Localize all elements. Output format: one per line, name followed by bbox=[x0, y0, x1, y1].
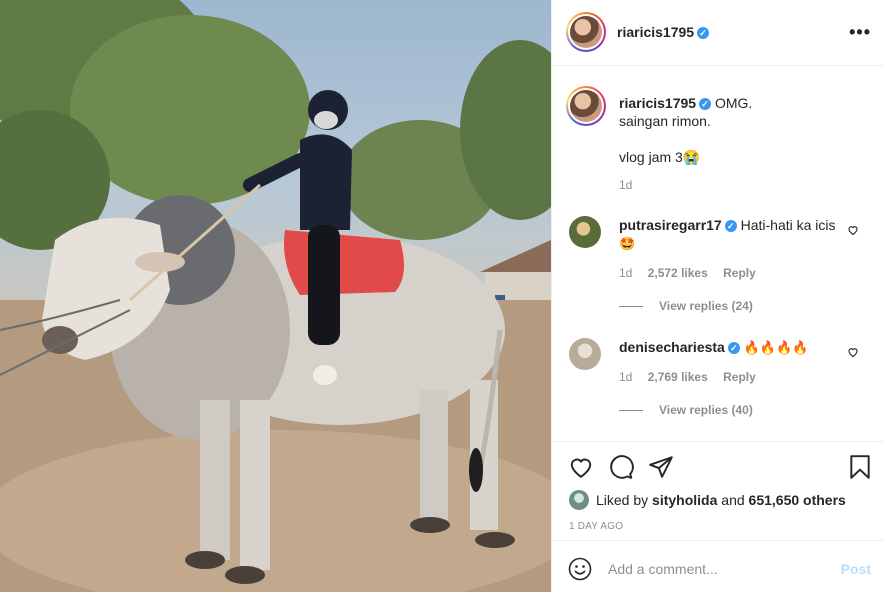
author-avatar[interactable] bbox=[566, 12, 606, 52]
commenter-username[interactable]: denisechariesta bbox=[619, 339, 725, 355]
view-replies-label: View replies (40) bbox=[659, 403, 753, 417]
comment-time[interactable]: 1d bbox=[619, 370, 632, 384]
caption-line-3: vlog jam 3😭 bbox=[619, 149, 701, 165]
like-comment-heart-icon[interactable] bbox=[847, 346, 859, 358]
comment-emoji: 🤩 bbox=[619, 237, 636, 252]
caption-line-1: OMG. bbox=[714, 95, 753, 111]
commenter-avatar[interactable] bbox=[569, 216, 601, 248]
emoji-smile-icon[interactable] bbox=[568, 557, 592, 581]
view-replies-label: View replies (24) bbox=[659, 299, 753, 313]
caption-timestamp[interactable]: 1d bbox=[619, 178, 632, 192]
comment-meta: 1d 2,769 likes Reply bbox=[619, 370, 768, 384]
verified-badge-icon: ✓ bbox=[697, 27, 710, 40]
share-send-icon[interactable] bbox=[648, 454, 674, 480]
post-side-panel: riaricis1795 ✓ ••• riaricis1795 ✓ OMG. sai… bbox=[551, 0, 884, 592]
comment-likes[interactable]: 2,769 likes bbox=[648, 370, 708, 384]
commenter-avatar[interactable] bbox=[569, 338, 601, 370]
verified-badge-icon: ✓ bbox=[699, 98, 712, 111]
comment-body: putrasiregarr17 ✓ Hati-hati ka icis 🤩 bbox=[619, 216, 844, 254]
view-replies-button[interactable]: View replies (24) bbox=[619, 299, 753, 313]
caption-username[interactable]: riaricis1795 bbox=[619, 95, 696, 111]
comment-bubble-icon[interactable] bbox=[608, 454, 634, 480]
author-name-row: riaricis1795 ✓ bbox=[617, 24, 710, 40]
like-heart-icon[interactable] bbox=[568, 454, 594, 480]
comment-meta: 1d 2,572 likes Reply bbox=[619, 266, 768, 280]
liked-by-summary: Liked by sityholida and 651,650 others bbox=[569, 490, 846, 510]
more-options-icon[interactable]: ••• bbox=[849, 22, 871, 43]
post-comment-button[interactable]: Post bbox=[841, 561, 871, 577]
like-comment-heart-icon[interactable] bbox=[847, 224, 859, 236]
replies-divider bbox=[619, 410, 643, 412]
caption-text: riaricis1795 ✓ OMG. saingan rimon. vlog j… bbox=[619, 94, 859, 166]
comment-reply-button[interactable]: Reply bbox=[723, 370, 756, 384]
comment-text: Hati-hati ka icis bbox=[740, 217, 836, 233]
caption-line-2: saingan rimon. bbox=[619, 113, 711, 129]
comment-body: denisechariesta ✓ 🔥🔥🔥🔥 bbox=[619, 338, 844, 358]
verified-badge-icon: ✓ bbox=[724, 220, 737, 233]
verified-badge-icon: ✓ bbox=[727, 342, 740, 355]
liker-avatar[interactable] bbox=[569, 490, 589, 510]
add-comment-bar: Post bbox=[552, 540, 884, 592]
post-age[interactable]: 1 DAY AGO bbox=[569, 521, 623, 532]
save-bookmark-icon[interactable] bbox=[847, 454, 873, 480]
view-replies-button[interactable]: View replies (40) bbox=[619, 403, 753, 417]
post-header: riaricis1795 ✓ ••• bbox=[552, 0, 884, 66]
comment-time[interactable]: 1d bbox=[619, 266, 632, 280]
comment-likes[interactable]: 2,572 likes bbox=[648, 266, 708, 280]
comment-emoji: 🔥🔥🔥🔥 bbox=[743, 341, 809, 356]
liked-by-and: and bbox=[721, 492, 745, 508]
add-comment-input[interactable] bbox=[608, 555, 828, 583]
comment-reply-button[interactable]: Reply bbox=[723, 266, 756, 280]
post-photo[interactable] bbox=[0, 0, 551, 592]
cow-photo-illustration bbox=[0, 0, 551, 592]
caption-avatar-image bbox=[570, 90, 602, 122]
liked-by-prefix: Liked by bbox=[596, 492, 649, 508]
caption-avatar[interactable] bbox=[566, 86, 606, 126]
commenter-username[interactable]: putrasiregarr17 bbox=[619, 217, 722, 233]
liked-by-others[interactable]: 651,650 others bbox=[749, 492, 846, 508]
author-avatar-image bbox=[570, 16, 602, 48]
liked-by-user[interactable]: sityholida bbox=[652, 492, 717, 508]
author-username[interactable]: riaricis1795 bbox=[617, 24, 694, 40]
replies-divider bbox=[619, 306, 643, 308]
